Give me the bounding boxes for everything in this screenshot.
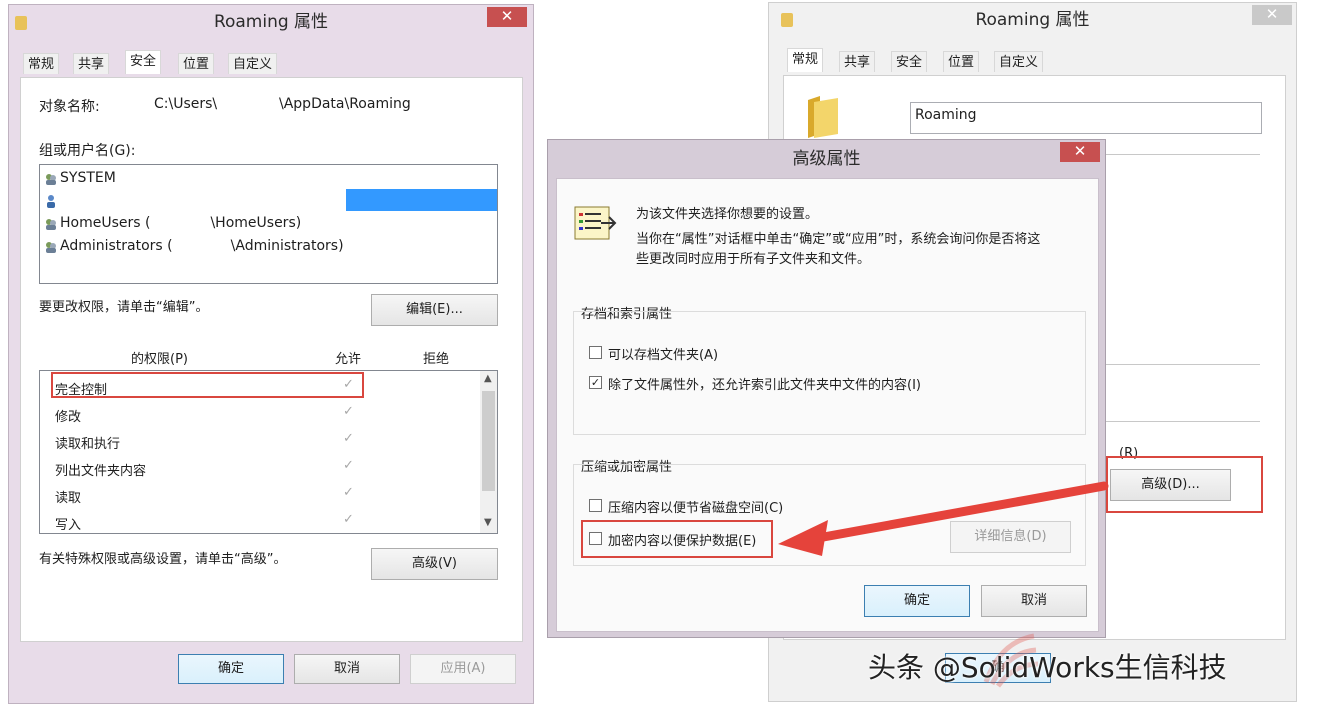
permission-label: 写入 [55, 518, 82, 533]
tab-security[interactable]: 安全 [125, 50, 162, 74]
scroll-up-arrow-icon[interactable]: ▲ [484, 373, 492, 384]
tab-customize[interactable]: 自定义 [228, 53, 278, 74]
permission-header: 的权限(P) [131, 352, 188, 367]
close-button[interactable]: ✕ [1060, 142, 1100, 162]
compress-label[interactable]: 压缩内容以便节省磁盘空间(C) [608, 497, 783, 516]
advanced-button[interactable]: 高级(V) [371, 548, 498, 580]
user-icon [44, 193, 58, 208]
highlight-advanced-button [1106, 456, 1263, 513]
tab-location[interactable]: 位置 [178, 53, 215, 74]
allow-check: ✓ [343, 431, 354, 446]
window-title: Roaming 属性 [213, 12, 329, 32]
left-properties-dialog: Roaming 属性 ✕ 常规 共享 安全 位置 自定义 对象名称: C:\Us… [8, 4, 534, 704]
scroll-thumb[interactable] [482, 391, 495, 491]
archive-label[interactable]: 可以存档文件夹(A) [608, 344, 718, 363]
tab-general[interactable]: 常规 [23, 53, 60, 74]
description-line-3: 些更改同时应用于所有子文件夹和文件。 [636, 252, 871, 267]
user-row-homeusers[interactable]: HomeUsers ( \HomeUsers) [40, 212, 497, 234]
user-group-icon [44, 216, 58, 230]
description-line-1: 为该文件夹选择你想要的设置。 [636, 207, 819, 222]
permission-label: 列出文件夹内容 [55, 464, 147, 479]
description-line-2: 当你在“属性”对话框中单击“确定”或“应用”时，系统会询问你是否将这 [636, 232, 1041, 247]
tab-general[interactable]: 常规 [787, 48, 824, 72]
user-name: SYSTEM [60, 170, 116, 186]
group-user-label: 组或用户名(G): [39, 143, 136, 159]
archive-checkbox[interactable] [589, 346, 602, 359]
user-row-system[interactable]: SYSTEM [40, 167, 497, 189]
folder-name-field[interactable]: Roaming [910, 102, 1262, 134]
allow-header: 允许 [335, 352, 362, 367]
close-button[interactable]: ✕ [1252, 5, 1292, 25]
allow-check: ✓ [343, 485, 354, 500]
apply-button[interactable]: 应用(A) [410, 654, 516, 684]
tab-sharing[interactable]: 共享 [73, 53, 110, 74]
object-path-end: \AppData\Roaming [279, 96, 411, 112]
deny-header: 拒绝 [423, 352, 450, 367]
cancel-button[interactable]: 取消 [981, 585, 1087, 617]
index-label[interactable]: 除了文件属性外，还允许索引此文件夹中文件的内容(I) [608, 374, 921, 393]
close-button[interactable]: ✕ [487, 7, 527, 27]
pointer-arrow [778, 481, 1109, 556]
tab-sharing[interactable]: 共享 [839, 51, 876, 72]
user-row-selected[interactable] [40, 189, 497, 211]
tab-location[interactable]: 位置 [943, 51, 980, 72]
large-folder-icon [806, 94, 840, 138]
user-name-start: HomeUsers ( [60, 215, 151, 231]
archive-index-group [573, 311, 1086, 435]
object-name-label: 对象名称: [39, 99, 100, 115]
user-group-icon [44, 171, 58, 185]
ok-button[interactable]: 确定 [864, 585, 970, 617]
user-name-end: \Administrators) [230, 238, 344, 254]
advanced-panel: 为该文件夹选择你想要的设置。 当你在“属性”对话框中单击“确定”或“应用”时，系… [556, 178, 1099, 632]
user-group-icon [44, 239, 58, 253]
window-title: Roaming 属性 [975, 10, 1090, 30]
edit-button[interactable]: 编辑(E)... [371, 294, 498, 326]
advanced-attributes-dialog: 高级属性 ✕ 为该文件夹选择你想要的设置。 当你在“属性”对话框中单击“确定”或… [547, 139, 1106, 638]
settings-list-icon [573, 203, 617, 243]
compress-checkbox[interactable] [589, 499, 602, 512]
security-panel: 对象名称: C:\Users\ \AppData\Roaming 组或用户名(G… [20, 77, 523, 642]
user-name-start: Administrators ( [60, 238, 173, 254]
advanced-hint: 有关特殊权限或高级设置，请单击“高级”。 [39, 552, 287, 567]
allow-check: ✓ [343, 458, 354, 473]
tab-strip: 常规 共享 安全 位置 自定义 [787, 48, 1287, 75]
object-path-start: C:\Users\ [154, 96, 218, 112]
watermark-text: 头条 @SolidWorks生信科技 [868, 651, 1227, 684]
cancel-button[interactable]: 取消 [294, 654, 400, 684]
permission-label: 读取和执行 [55, 437, 121, 452]
tab-security[interactable]: 安全 [891, 51, 928, 72]
tab-customize[interactable]: 自定义 [994, 51, 1044, 72]
highlight-full-control [51, 372, 364, 398]
user-row-administrators[interactable]: Administrators ( \Administrators) [40, 235, 497, 257]
tab-strip: 常规 共享 安全 位置 自定义 [23, 50, 523, 77]
window-title: 高级属性 [792, 149, 861, 169]
index-checkbox[interactable]: ✓ [589, 376, 602, 389]
permission-label: 修改 [55, 410, 82, 425]
scrollbar[interactable]: ▲ ▼ [480, 371, 497, 533]
ok-button[interactable]: 确定 [178, 654, 284, 684]
user-list[interactable]: SYSTEM HomeUsers ( \HomeUsers) Administra… [39, 164, 498, 284]
scroll-down-arrow-icon[interactable]: ▼ [484, 517, 492, 528]
allow-check: ✓ [343, 404, 354, 419]
user-name-end: \HomeUsers) [210, 215, 302, 231]
highlight-encrypt-option [581, 520, 773, 558]
allow-check: ✓ [343, 512, 354, 527]
change-permission-hint: 要更改权限，请单击“编辑”。 [39, 300, 209, 315]
permission-label: 读取 [55, 491, 82, 506]
